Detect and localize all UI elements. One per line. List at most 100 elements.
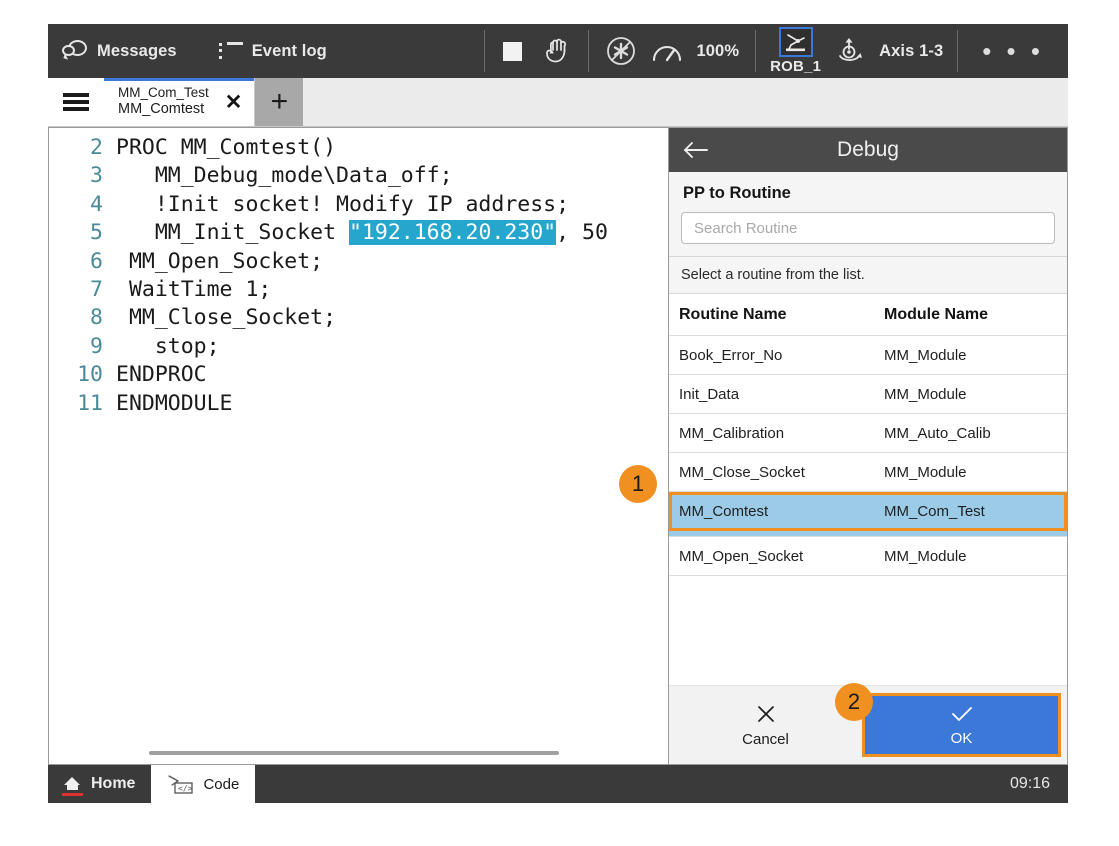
tab-strip: MM_Com_Test MM_Comtest ✕ +: [48, 78, 1068, 127]
tab-labels: MM_Com_Test MM_Comtest: [118, 85, 209, 119]
line-text: !Init socket! Modify IP address;: [116, 191, 569, 219]
application-window: Messages Event log: [48, 24, 1068, 796]
cancel-button[interactable]: Cancel: [669, 686, 862, 764]
svg-text:</>: </>: [178, 784, 193, 793]
back-arrow-icon[interactable]: [669, 141, 723, 159]
selection-hint: Select a routine from the list.: [669, 256, 1067, 294]
line-number: 5: [49, 219, 116, 247]
line-number: 11: [49, 390, 116, 418]
ellipsis-icon: • • •: [982, 46, 1044, 56]
taskbar-spacer: [255, 765, 1010, 803]
top-status-bar: Messages Event log: [48, 24, 1068, 78]
hamburger-menu-icon[interactable]: [48, 78, 104, 126]
line-number: 8: [49, 304, 116, 332]
code-editor[interactable]: 2PROC MM_Comtest()3 MM_Debug_mode\Data_o…: [48, 127, 668, 765]
line-text: MM_Close_Socket;: [116, 304, 336, 332]
line-number: 3: [49, 162, 116, 190]
section-title: PP to Routine: [683, 184, 1055, 203]
home-icon: [64, 777, 81, 792]
line-number: 9: [49, 333, 116, 361]
code-token: MM_Open_Socket;: [116, 249, 323, 274]
hand-jog-icon[interactable]: [540, 37, 570, 65]
event-log-button[interactable]: Event log: [219, 42, 327, 61]
routine-list[interactable]: Routine Name Module Name Book_Error_NoMM…: [669, 294, 1067, 685]
code-line: 4 !Init socket! Modify IP address;: [49, 191, 668, 219]
callout-badge-2: 2: [835, 683, 873, 721]
code-token: ENDPROC: [116, 362, 207, 387]
line-number: 7: [49, 276, 116, 304]
robot-arm-icon: [779, 27, 813, 57]
taskbar: Home </> Code 09:16: [48, 765, 1068, 803]
line-text: MM_Debug_mode\Data_off;: [116, 162, 453, 190]
stop-square-icon[interactable]: [503, 42, 522, 61]
messages-button[interactable]: Messages: [62, 40, 177, 62]
table-row-selected[interactable]: MM_ComtestMM_Com_Test: [669, 492, 1067, 531]
cancel-label: Cancel: [742, 731, 789, 748]
line-text: MM_Open_Socket;: [116, 248, 323, 276]
tab-mm-comtest[interactable]: MM_Com_Test MM_Comtest ✕: [104, 78, 255, 126]
list-icon: [219, 42, 243, 60]
cell-routine-name: MM_Comtest: [679, 503, 884, 520]
code-token: stop;: [116, 334, 220, 359]
robot-selector[interactable]: ROB_1: [770, 27, 821, 75]
code-token: MM_Debug_mode\Data_off;: [116, 163, 453, 188]
cell-module-name: MM_Module: [884, 464, 967, 481]
panel-title: Debug: [669, 138, 1067, 162]
motors-off-icon[interactable]: [605, 35, 637, 67]
taskbar-item-home[interactable]: Home: [48, 765, 151, 803]
cell-module-name: MM_Auto_Calib: [884, 425, 991, 442]
line-text: stop;: [116, 333, 220, 361]
table-row[interactable]: MM_Close_SocketMM_Module: [669, 453, 1067, 492]
column-header-module-name: Module Name: [884, 306, 988, 324]
code-robot-icon: </>: [167, 774, 193, 794]
panel-header: Debug: [669, 128, 1067, 172]
column-header-routine-name: Routine Name: [679, 306, 884, 324]
callout-badge-1: 1: [619, 465, 657, 503]
line-text: PROC MM_Comtest(): [116, 134, 336, 162]
code-line: 6 MM_Open_Socket;: [49, 248, 668, 276]
code-token: PROC MM_Comtest(): [116, 135, 336, 160]
line-text: ENDMODULE: [116, 390, 233, 418]
add-tab-button[interactable]: +: [255, 78, 303, 126]
pp-to-routine-section: PP to Routine: [669, 172, 1067, 244]
ok-label: OK: [951, 730, 973, 747]
run-control-group: [485, 24, 588, 78]
line-number: 10: [49, 361, 116, 389]
motor-speed-group: 100%: [589, 24, 756, 78]
code-line: 5 MM_Init_Socket "192.168.20.230", 50: [49, 219, 668, 247]
close-icon[interactable]: ✕: [219, 92, 249, 113]
topbar-spacer: [341, 24, 484, 78]
selected-text: "192.168.20.230": [349, 220, 556, 245]
code-line: 10ENDPROC: [49, 361, 668, 389]
clock: 09:16: [1010, 765, 1068, 803]
table-row[interactable]: Init_DataMM_Module: [669, 375, 1067, 414]
event-log-label: Event log: [252, 42, 327, 61]
line-number: 6: [49, 248, 116, 276]
routine-rows: Book_Error_NoMM_ModuleInit_DataMM_Module…: [669, 336, 1067, 576]
cell-routine-name: MM_Open_Socket: [679, 548, 884, 565]
cell-module-name: MM_Com_Test: [884, 503, 985, 520]
code-line: 7 WaitTime 1;: [49, 276, 668, 304]
axis-label: Axis 1-3: [879, 42, 943, 61]
table-row[interactable]: MM_CalibrationMM_Auto_Calib: [669, 414, 1067, 453]
ok-button[interactable]: OK: [862, 693, 1061, 757]
speed-gauge-icon: [651, 39, 683, 63]
code-line: 2PROC MM_Comtest(): [49, 134, 668, 162]
robot-axis-group: ROB_1 Axis 1-3: [756, 24, 957, 78]
table-row[interactable]: MM_Open_SocketMM_Module: [669, 537, 1067, 576]
cell-module-name: MM_Module: [884, 386, 967, 403]
code-line: 9 stop;: [49, 333, 668, 361]
code-line: 3 MM_Debug_mode\Data_off;: [49, 162, 668, 190]
tab-routine-name: MM_Comtest: [118, 101, 209, 119]
line-text: WaitTime 1;: [116, 276, 271, 304]
speech-bubbles-icon: [62, 40, 88, 62]
axis-rotation-icon[interactable]: [835, 37, 865, 65]
search-routine-input[interactable]: [681, 212, 1055, 244]
table-row[interactable]: Book_Error_NoMM_Module: [669, 336, 1067, 375]
horizontal-scrollbar[interactable]: [149, 751, 559, 755]
taskbar-item-code[interactable]: </> Code: [151, 765, 255, 803]
line-number: 4: [49, 191, 116, 219]
code-token: ENDMODULE: [116, 391, 233, 416]
more-options-button[interactable]: • • •: [958, 24, 1068, 78]
line-text: MM_Init_Socket "192.168.20.230", 50: [116, 219, 608, 247]
